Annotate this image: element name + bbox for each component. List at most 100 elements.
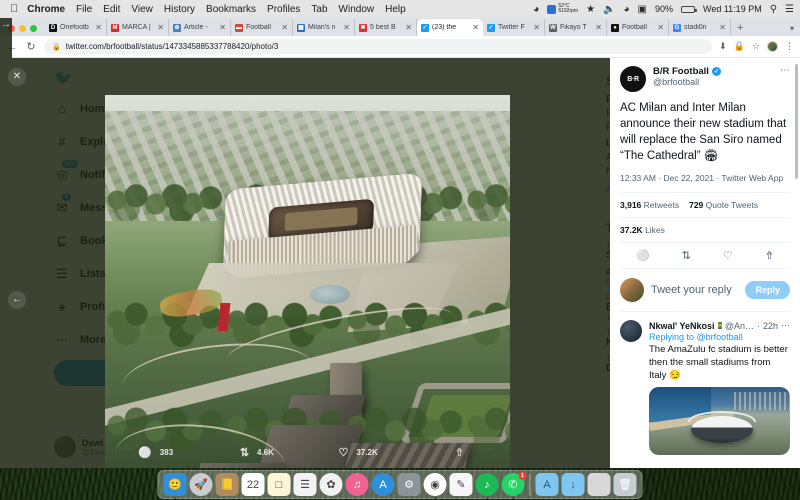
maximize-window-button[interactable] xyxy=(30,25,37,32)
browser-tab-8[interactable]: W Fikayo T ✕ xyxy=(545,19,607,36)
itunes-icon[interactable]: ♫ xyxy=(345,473,369,496)
launchpad-icon[interactable]: 🚀 xyxy=(189,473,213,496)
reply-button[interactable]: Reply xyxy=(745,281,790,299)
tab-close-icon[interactable]: ✕ xyxy=(405,23,412,32)
notes-icon[interactable]: □ xyxy=(267,473,291,496)
menu-item-tab[interactable]: Tab xyxy=(311,4,327,15)
tab-close-icon[interactable]: ✕ xyxy=(657,23,664,32)
spinner-icon[interactable]: ◕ xyxy=(533,4,539,15)
likes-stat[interactable]: 37.2K Likes xyxy=(620,217,790,242)
tweet-photo[interactable] xyxy=(105,95,510,468)
macos-menu-bar[interactable]:  Chrome File Edit View History Bookmark… xyxy=(0,0,800,18)
control-center-icon[interactable]: ☰ xyxy=(785,4,794,15)
browser-tab-3[interactable]: ▬ Football ✕ xyxy=(231,19,293,36)
documents-stack-icon[interactable] xyxy=(587,473,611,496)
app-store-icon[interactable]: A xyxy=(371,473,395,496)
tweet-author-handle[interactable]: @brfootball xyxy=(653,77,773,87)
browser-tab-0[interactable]: D Onefootb ✕ xyxy=(45,19,107,36)
tweet-more-icon[interactable]: ⋯ xyxy=(780,66,790,76)
menu-item-chrome[interactable]: Chrome xyxy=(27,4,65,15)
photos-icon[interactable]: ✿ xyxy=(319,473,343,496)
retweet-icon[interactable]: ⇅ xyxy=(682,249,691,262)
share-icon[interactable]: ⬇ xyxy=(719,41,727,52)
address-bar[interactable]: 🔒 twitter.com/brfootball/status/14733458… xyxy=(44,39,713,54)
comment-more-icon[interactable]: ⋯ xyxy=(781,320,790,331)
google-chrome-icon[interactable]: ◉ xyxy=(423,473,447,499)
menu-item-edit[interactable]: Edit xyxy=(103,4,120,15)
screen-mirroring-icon[interactable]: ▣ xyxy=(638,4,647,15)
avatar[interactable]: B·R xyxy=(620,66,646,92)
panel-scrollbar[interactable] xyxy=(795,64,798,179)
browser-tab-10[interactable]: Gstadi0n ✕ xyxy=(669,19,731,36)
install-app-icon[interactable]: 🔒 xyxy=(734,41,745,52)
reload-button[interactable]: ↻ xyxy=(25,40,37,53)
pages-icon[interactable]: ✎ xyxy=(449,473,473,496)
menu-item-window[interactable]: Window xyxy=(339,4,375,15)
photo-share-action[interactable]: ⇮ xyxy=(409,446,510,459)
tab-close-icon[interactable]: ✕ xyxy=(157,23,164,32)
quotes-stat[interactable]: 729 Quote Tweets xyxy=(689,200,758,210)
wifi-icon[interactable]: ◕ xyxy=(623,4,629,15)
previous-photo-arrow-icon[interactable]: ← xyxy=(8,291,26,309)
reply-input[interactable]: Tweet your reply xyxy=(651,284,738,296)
chrome-menu-icon[interactable]: ⋮ xyxy=(785,41,794,52)
fan-control-status[interactable]: 52°C 6192rpm xyxy=(547,4,578,14)
retweets-stat[interactable]: 3,916 Retweets xyxy=(620,200,679,210)
tweet-author-name[interactable]: B/R Football xyxy=(653,66,709,77)
menu-item-bookmarks[interactable]: Bookmarks xyxy=(206,4,256,15)
menu-item-view[interactable]: View xyxy=(131,4,153,15)
spotlight-search-icon[interactable]: ⚲ xyxy=(770,4,777,15)
tab-close-icon[interactable]: ✕ xyxy=(219,23,226,32)
menu-bar-clock[interactable]: Wed 11:19 PM xyxy=(703,4,762,14)
whatsapp-icon[interactable]: ✆ 1 xyxy=(501,472,527,499)
photo-retweet-action[interactable]: ⇅ 4.6K xyxy=(206,446,307,459)
comment-image[interactable] xyxy=(649,387,790,455)
browser-tab-2[interactable]: ⊕ Article - ✕ xyxy=(169,19,231,36)
applications-folder-icon[interactable]: A xyxy=(535,473,559,496)
reminders-icon[interactable]: ☰ xyxy=(293,473,317,496)
new-tab-button[interactable]: + xyxy=(731,22,749,36)
finder-icon[interactable]: 🙂 xyxy=(163,473,187,499)
browser-tab-9[interactable]: ● Football ✕ xyxy=(607,19,669,36)
reply-icon[interactable]: ⚪ xyxy=(636,249,650,262)
menu-item-profiles[interactable]: Profiles xyxy=(267,4,300,15)
tab-close-icon[interactable]: ✕ xyxy=(343,23,350,32)
system-preferences-icon[interactable]: ⚙ xyxy=(397,473,421,496)
photo-reply-action[interactable]: ⚪ 383 xyxy=(105,446,206,459)
profile-avatar-icon[interactable] xyxy=(767,41,778,52)
replying-to-handle[interactable]: @brfootball xyxy=(697,332,743,342)
trash-icon[interactable]: 🗑 xyxy=(613,473,637,496)
calendar-icon[interactable]: 22 xyxy=(241,473,265,496)
photo-like-action[interactable]: ♡ 37.2K xyxy=(308,446,409,459)
bookmark-star-icon[interactable]: ☆ xyxy=(752,41,760,52)
tab-close-icon[interactable]: ✕ xyxy=(533,23,540,32)
browser-tab-4[interactable]: ▦ Milan's n ✕ xyxy=(293,19,355,36)
menu-item-file[interactable]: File xyxy=(76,4,92,15)
share-icon[interactable]: ⇮ xyxy=(765,249,774,262)
browser-tab-1[interactable]: M MARCA | ✕ xyxy=(107,19,169,36)
battery-icon[interactable] xyxy=(681,5,697,13)
tab-close-icon[interactable]: ✕ xyxy=(95,23,102,32)
browser-tab-7[interactable]: ✓ Twitter F ✕ xyxy=(483,19,545,36)
tab-close-icon[interactable]: ✕ xyxy=(281,23,288,32)
like-icon[interactable]: ♡ xyxy=(723,249,733,262)
apple-logo-icon[interactable]:  xyxy=(10,3,18,15)
tab-search-chevron-icon[interactable]: ▾ xyxy=(790,24,794,33)
bluetooth-icon[interactable]: ★ xyxy=(586,4,595,15)
tab-close-icon[interactable]: ✕ xyxy=(472,23,479,32)
volume-icon[interactable]: 🔈 xyxy=(603,4,615,15)
browser-tab-5[interactable]: ✖ 5 best B ✕ xyxy=(355,19,417,36)
downloads-folder-icon[interactable]: ↓ xyxy=(561,473,585,496)
menu-item-help[interactable]: Help xyxy=(385,4,406,15)
avatar[interactable] xyxy=(620,320,642,342)
minimize-window-button[interactable] xyxy=(19,25,26,32)
comment-author-name[interactable]: Nkwal' YeNkosi xyxy=(649,321,715,331)
close-icon[interactable]: ✕ xyxy=(8,68,26,86)
menu-item-history[interactable]: History xyxy=(164,4,195,15)
spotify-icon[interactable]: ♪ xyxy=(475,473,499,499)
reply-composer[interactable]: Tweet your reply Reply xyxy=(620,269,790,312)
browser-tab-6[interactable]: ✓ (23) the ✕ xyxy=(417,19,483,36)
tab-close-icon[interactable]: ✕ xyxy=(595,23,602,32)
contacts-icon[interactable]: 📒 xyxy=(215,473,239,496)
tab-close-icon[interactable]: ✕ xyxy=(719,23,726,32)
